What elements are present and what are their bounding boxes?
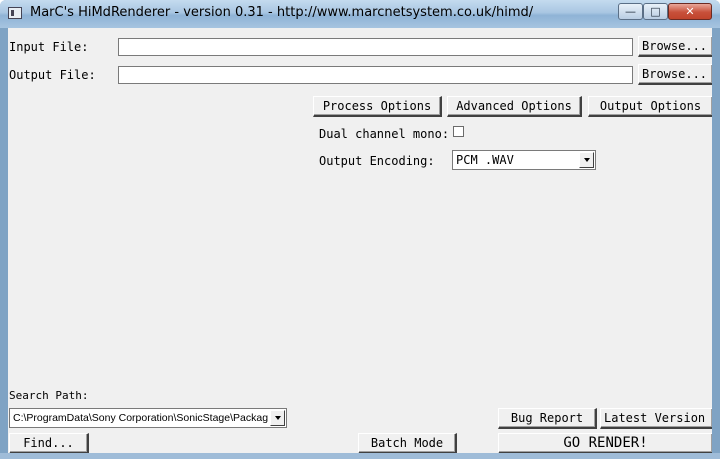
output-browse-button[interactable]: Browse... — [638, 64, 712, 85]
app-icon[interactable] — [8, 7, 22, 19]
output-file-field[interactable] — [118, 66, 633, 84]
title-bar[interactable]: MarC's HiMdRenderer - version 0.31 - htt… — [0, 0, 720, 28]
output-encoding-label: Output Encoding: — [319, 154, 435, 168]
tab-process-options[interactable]: Process Options — [313, 96, 442, 117]
latest-version-button[interactable]: Latest Version — [600, 408, 712, 429]
go-render-button[interactable]: GO RENDER! — [498, 433, 712, 453]
output-encoding-select[interactable]: PCM .WAV — [452, 150, 596, 170]
search-path-label: Search Path: — [9, 389, 89, 402]
search-path-value: C:\ProgramData\Sony Corporation\SonicSta… — [13, 412, 268, 424]
output-file-label: Output File: — [9, 68, 96, 82]
output-encoding-value: PCM .WAV — [456, 153, 514, 167]
batch-mode-button[interactable]: Batch Mode — [358, 433, 457, 453]
window-bottom-border — [0, 453, 720, 459]
dual-channel-mono-label: Dual channel mono: — [319, 127, 450, 141]
close-button[interactable]: ✕ — [668, 3, 712, 20]
tab-output-options[interactable]: Output Options — [588, 96, 712, 117]
dual-channel-mono-checkbox[interactable] — [453, 126, 464, 137]
chevron-down-icon[interactable] — [579, 152, 594, 168]
minimize-button[interactable]: — — [618, 3, 643, 20]
input-file-label: Input File: — [9, 40, 89, 54]
input-browse-button[interactable]: Browse... — [638, 36, 712, 57]
input-file-field[interactable] — [118, 38, 633, 56]
app-window: MarC's HiMdRenderer - version 0.31 - htt… — [0, 0, 720, 459]
tab-advanced-options[interactable]: Advanced Options — [447, 96, 582, 117]
bug-report-button[interactable]: Bug Report — [498, 408, 597, 429]
maximize-button[interactable]: □ — [643, 3, 668, 20]
window-title: MarC's HiMdRenderer - version 0.31 - htt… — [30, 5, 534, 20]
find-button[interactable]: Find... — [9, 433, 89, 453]
client-area: Input File: Browse... Output File: Brows… — [8, 28, 712, 453]
search-path-select[interactable]: C:\ProgramData\Sony Corporation\SonicSta… — [9, 408, 287, 428]
chevron-down-icon[interactable] — [270, 410, 285, 426]
